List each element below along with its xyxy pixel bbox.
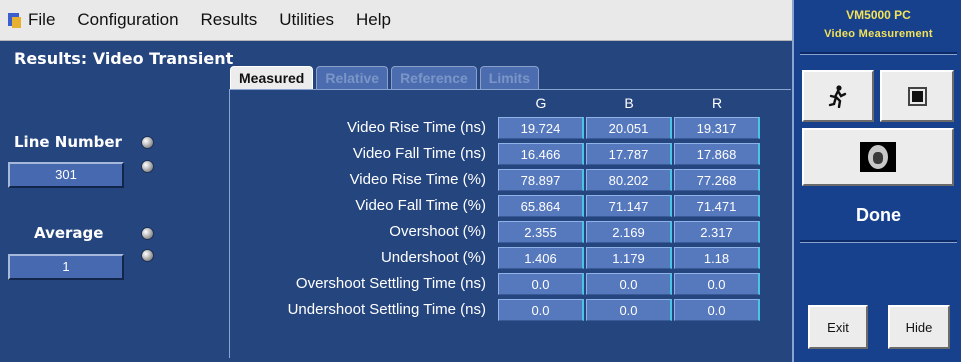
- table-cell: 0.0: [498, 299, 584, 321]
- run-button[interactable]: [802, 70, 874, 122]
- table-cell: 2.317: [674, 221, 760, 243]
- table-cell: 1.406: [498, 247, 584, 269]
- row-label: Video Fall Time (ns): [352, 145, 486, 162]
- table-cell: 71.147: [586, 195, 672, 217]
- menu-results[interactable]: Results: [201, 10, 258, 30]
- tab-relative[interactable]: Relative: [316, 66, 389, 89]
- row-label: Overshoot (%): [389, 223, 486, 240]
- row-label: Video Fall Time (%): [355, 197, 486, 214]
- table-cell: 20.051: [586, 117, 672, 139]
- line-number-spin-icon[interactable]: [141, 160, 154, 173]
- table-cell: 0.0: [674, 273, 760, 295]
- running-man-icon: [828, 85, 847, 108]
- table-cell: 0.0: [674, 299, 760, 321]
- table-cell: 2.355: [498, 221, 584, 243]
- menu-configuration[interactable]: Configuration: [77, 10, 178, 30]
- table-cell: 78.897: [498, 169, 584, 191]
- menu-utilities[interactable]: Utilities: [279, 10, 334, 30]
- average-field[interactable]: 1: [8, 254, 124, 280]
- stop-button[interactable]: [880, 70, 954, 122]
- measurement-table: G B R Video Rise Time (ns) 19.724 20.051…: [229, 89, 791, 358]
- table-cell: 77.268: [674, 169, 760, 191]
- brand-title: VM5000 PC: [846, 8, 911, 22]
- app-window: File Configuration Results Utilities Hel…: [0, 0, 961, 362]
- table-cell: 19.317: [674, 117, 760, 139]
- app-icon: [6, 11, 22, 29]
- row-label: Overshoot Settling Time (ns): [295, 275, 486, 292]
- line-number-radio-icon[interactable]: [141, 136, 154, 149]
- face-image-icon: [860, 142, 896, 172]
- table-cell: 17.868: [674, 143, 760, 165]
- tab-limits[interactable]: Limits: [479, 66, 539, 89]
- table-cell: 0.0: [586, 299, 672, 321]
- tab-reference[interactable]: Reference: [391, 66, 477, 89]
- table-cell: 2.169: [586, 221, 672, 243]
- hide-button[interactable]: Hide: [888, 305, 950, 349]
- divider: [800, 52, 957, 55]
- status-text: Done: [856, 205, 901, 225]
- table-cell: 0.0: [586, 273, 672, 295]
- column-header-r: R: [711, 95, 723, 111]
- divider: [800, 240, 957, 243]
- control-panel: VM5000 PC Video Measurement Done Exit Hi…: [792, 0, 961, 362]
- row-label: Video Rise Time (%): [349, 171, 486, 188]
- line-number-field[interactable]: 301: [8, 162, 124, 188]
- table-cell: 0.0: [498, 273, 584, 295]
- average-label: Average: [34, 224, 104, 242]
- table-cell: 19.724: [498, 117, 584, 139]
- column-header-g: G: [535, 95, 547, 111]
- row-label: Undershoot (%): [380, 249, 486, 266]
- stop-icon: [907, 86, 927, 106]
- menu-help[interactable]: Help: [356, 10, 391, 30]
- table-cell: 80.202: [586, 169, 672, 191]
- tab-measured[interactable]: Measured: [230, 66, 314, 89]
- exit-button[interactable]: Exit: [808, 305, 868, 349]
- page-title: Results: Video Transient: [14, 49, 234, 68]
- average-radio-icon[interactable]: [141, 227, 154, 240]
- column-header-b: B: [624, 95, 634, 111]
- table-cell: 1.18: [674, 247, 760, 269]
- table-cell: 71.471: [674, 195, 760, 217]
- table-cell: 16.466: [498, 143, 584, 165]
- table-cell: 65.864: [498, 195, 584, 217]
- results-panel: Results: Video Transient Line Number 301…: [0, 41, 792, 362]
- table-cell: 1.179: [586, 247, 672, 269]
- picture-button[interactable]: [802, 128, 954, 186]
- row-label: Undershoot Settling Time (ns): [287, 301, 486, 318]
- menu-file[interactable]: File: [28, 10, 55, 30]
- brand-subtitle: Video Measurement: [824, 28, 933, 40]
- menu-bar: File Configuration Results Utilities Hel…: [0, 0, 792, 41]
- results-tabs: Measured Relative Reference Limits: [230, 66, 542, 90]
- line-number-label: Line Number: [14, 133, 122, 151]
- table-cell: 17.787: [586, 143, 672, 165]
- row-label: Video Rise Time (ns): [347, 119, 486, 136]
- average-spin-icon[interactable]: [141, 249, 154, 262]
